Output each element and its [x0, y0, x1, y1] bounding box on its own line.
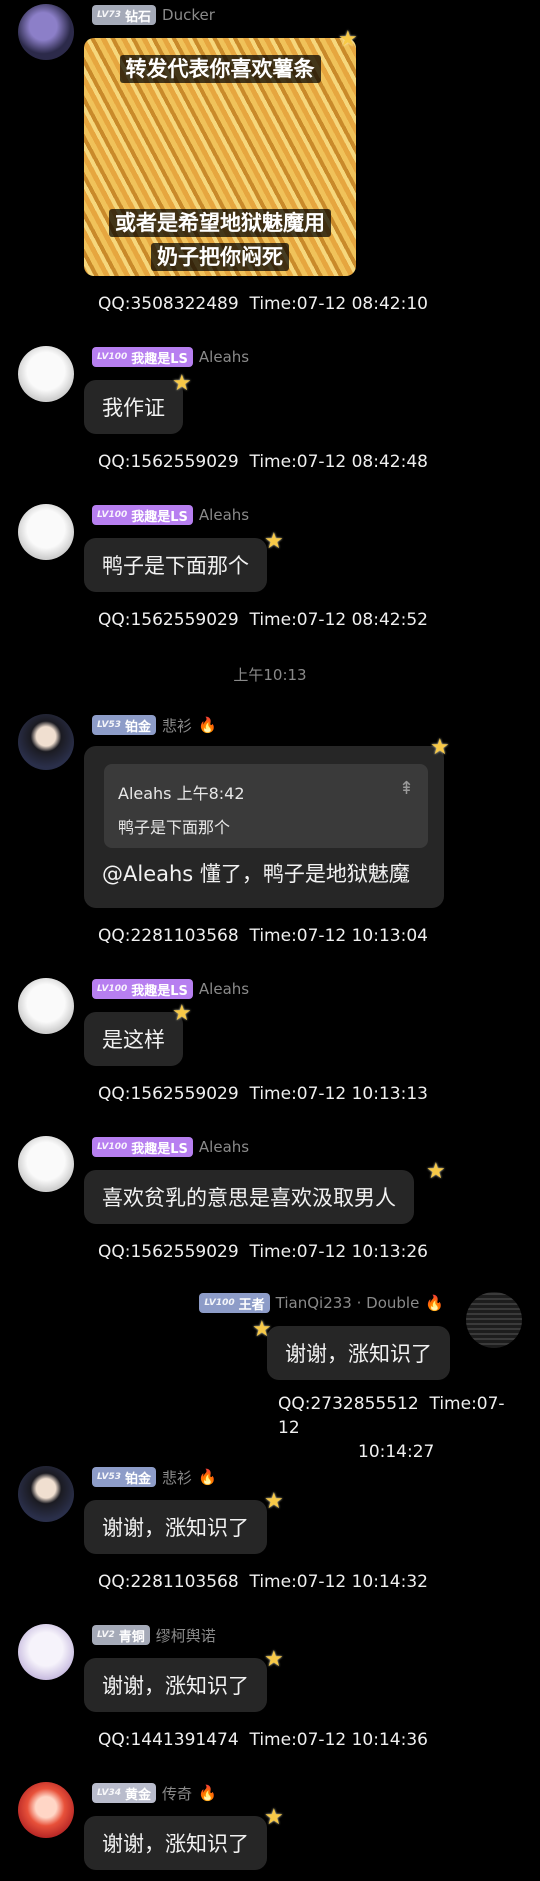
sender-name: TianQi233 · Double	[275, 1294, 420, 1312]
avatar[interactable]	[18, 4, 74, 60]
level-badge: LV53 铂金	[92, 1467, 157, 1487]
image-caption-bottom-2: 奶子把你闷死	[84, 240, 356, 274]
message-text: @Aleahs 懂了，鸭子是地狱魅魔	[102, 862, 410, 886]
level-badge: LV53 铂金	[92, 715, 157, 735]
level-badge: LV73 钻石	[92, 5, 157, 25]
sender-meta: LV100 我趣是LS Aleahs	[92, 1136, 249, 1158]
fire-icon: 🔥	[425, 1294, 444, 1312]
star-icon: ★	[264, 1647, 284, 1672]
message-info: QQ:1562559029 Time:07-12 10:13:13	[98, 1084, 428, 1104]
message-bubble[interactable]: 谢谢，涨知识了	[84, 1816, 267, 1870]
sender-meta: LV100 我趣是LS Aleahs	[92, 504, 249, 526]
message-bubble[interactable]: 谢谢，涨知识了	[84, 1658, 267, 1712]
level-badge: LV100 王者	[199, 1293, 270, 1313]
image-caption-top: 转发代表你喜欢薯条	[84, 52, 356, 86]
sender-meta: LV53 铂金 悲衫 🔥	[92, 714, 217, 736]
message-info: QQ:1562559029 Time:07-12 10:13:26	[98, 1242, 428, 1262]
avatar[interactable]	[18, 1782, 74, 1838]
star-icon: ★	[426, 1159, 446, 1184]
sender-name: 悲衫	[162, 1468, 193, 1487]
sender-name: Aleahs	[198, 348, 250, 366]
avatar[interactable]	[18, 504, 74, 560]
sender-meta: LV100 王者 TianQi233 · Double 🔥	[199, 1292, 444, 1314]
sender-name: Aleahs	[198, 980, 250, 998]
fire-icon: 🔥	[198, 716, 217, 734]
star-icon: ★	[252, 1317, 272, 1342]
avatar[interactable]	[18, 1136, 74, 1192]
star-icon: ★	[338, 27, 358, 52]
sender-meta: LV2 青铜 缪柯舆诺	[92, 1624, 216, 1646]
quoted-message[interactable]: Aleahs 上午8:42 鸭子是下面那个 ⇞	[104, 764, 428, 848]
message-bubble[interactable]: 是这样	[84, 1012, 183, 1066]
sender-name: 缪柯舆诺	[155, 1626, 216, 1645]
time-separator: 上午10:13	[233, 666, 307, 684]
message-bubble[interactable]: 我作证	[84, 380, 183, 434]
level-badge: LV100 我趣是LS	[92, 347, 193, 367]
sender-meta: LV100 我趣是LS Aleahs	[92, 346, 249, 368]
message-info: QQ:1562559029 Time:07-12 08:42:52	[98, 610, 428, 630]
avatar[interactable]	[18, 346, 74, 402]
message-info: QQ:2281103568 Time:07-12 10:13:04	[98, 926, 428, 946]
avatar[interactable]	[18, 978, 74, 1034]
pin-top-icon[interactable]: ⇞	[399, 778, 414, 799]
star-icon: ★	[264, 1805, 284, 1830]
star-icon: ★	[172, 1001, 192, 1026]
avatar[interactable]	[18, 1466, 74, 1522]
sender-name: Aleahs	[198, 506, 250, 524]
message-bubble[interactable]: 谢谢，涨知识了	[267, 1326, 450, 1380]
sender-name: Aleahs	[198, 1138, 250, 1156]
sender-meta: LV53 铂金 悲衫 🔥	[92, 1466, 217, 1488]
avatar[interactable]	[18, 1624, 74, 1680]
sender-name: 传奇	[162, 1784, 193, 1803]
avatar[interactable]	[18, 714, 74, 770]
message-bubble[interactable]: 喜欢贫乳的意思是喜欢汲取男人	[84, 1170, 414, 1224]
message-info: QQ:3508322489 Time:07-12 08:42:10	[98, 294, 428, 314]
sender-name: Ducker	[162, 6, 215, 24]
level-badge: LV2 青铜	[92, 1625, 150, 1645]
star-icon: ★	[264, 1489, 284, 1514]
message-bubble[interactable]: 鸭子是下面那个	[84, 538, 267, 592]
message-bubble[interactable]: 谢谢，涨知识了	[84, 1500, 267, 1554]
message-info: QQ:1441391474 Time:07-12 10:14:36	[98, 1730, 428, 1750]
shared-image[interactable]: 转发代表你喜欢薯条 或者是希望地狱魅魔用 奶子把你闷死	[84, 38, 356, 276]
quote-text: 鸭子是下面那个	[118, 818, 231, 837]
sender-name: 悲衫	[162, 716, 193, 735]
message-info: QQ:2732855512 Time:07-12 10:14:27	[278, 1394, 505, 1462]
sender-meta: LV100 我趣是LS Aleahs	[92, 978, 249, 1000]
message-info: QQ:1562559029 Time:07-12 08:42:48	[98, 452, 428, 472]
avatar[interactable]	[466, 1292, 522, 1348]
message-info: QQ:2281103568 Time:07-12 10:14:32	[98, 1572, 428, 1592]
star-icon: ★	[430, 735, 450, 760]
star-icon: ★	[172, 371, 192, 396]
fire-icon: 🔥	[198, 1468, 217, 1486]
level-badge: LV34 黄金	[92, 1783, 157, 1803]
level-badge: LV100 我趣是LS	[92, 505, 193, 525]
image-caption-bottom-1: 或者是希望地狱魅魔用	[84, 206, 356, 240]
sender-meta: LV34 黄金 传奇 🔥	[92, 1782, 217, 1804]
quote-author: Aleahs 上午8:42	[118, 784, 245, 803]
sender-meta: LV73 钻石 Ducker	[92, 4, 215, 26]
fire-icon: 🔥	[198, 1784, 217, 1802]
star-icon: ★	[264, 529, 284, 554]
level-badge: LV100 我趣是LS	[92, 979, 193, 999]
level-badge: LV100 我趣是LS	[92, 1137, 193, 1157]
